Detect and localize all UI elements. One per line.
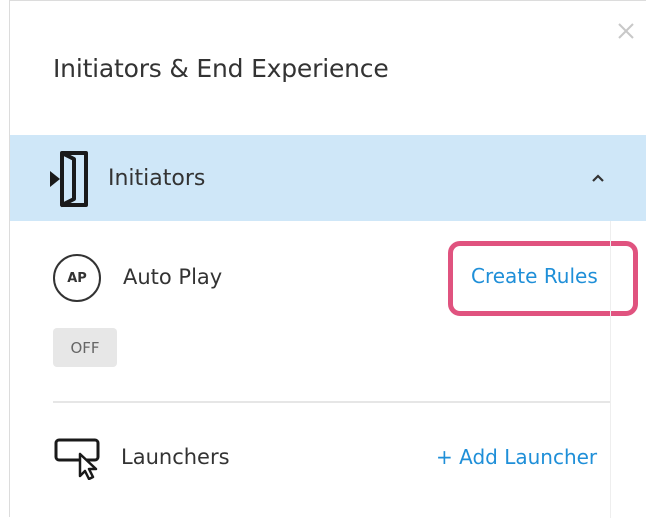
panel-title: Initiators & End Experience (53, 54, 389, 83)
initiators-section-header[interactable]: Initiators (10, 135, 646, 221)
create-rules-link[interactable]: Create Rules (471, 264, 598, 288)
initiators-label: Initiators (108, 166, 206, 191)
add-launcher-link[interactable]: + Add Launcher (436, 445, 597, 469)
content-right-border (610, 221, 611, 518)
chevron-up-icon[interactable] (588, 168, 608, 188)
initiators-end-experience-panel: Initiators & End Experience Initiators A… (9, 0, 646, 518)
auto-play-badge: AP (53, 254, 101, 302)
door-enter-icon (50, 151, 88, 207)
cursor-click-icon (54, 438, 100, 480)
section-divider (53, 401, 610, 403)
auto-play-label: Auto Play (123, 265, 223, 289)
launchers-label: Launchers (121, 445, 230, 469)
close-icon[interactable] (614, 19, 638, 43)
auto-play-toggle[interactable]: OFF (53, 328, 117, 367)
